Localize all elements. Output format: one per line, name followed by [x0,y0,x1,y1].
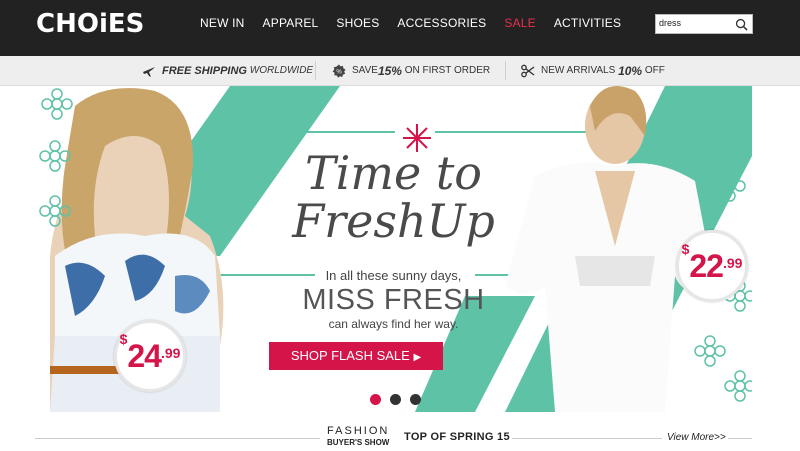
section-divider-left [35,438,320,439]
main-nav: NEW IN APPAREL SHOES ACCESSORIES SALE AC… [200,16,639,30]
banner-miss-fresh: MISS FRESH [302,284,485,316]
price-currency: $ [681,241,690,257]
nav-apparel[interactable]: APPAREL [263,16,319,30]
shop-flash-sale-button[interactable]: SHOP FLASH SALE ▶ [269,342,443,370]
site-logo[interactable]: CHOiES [36,9,144,39]
percent-badge-icon: % [332,64,346,78]
search-icon[interactable] [735,18,748,31]
nav-shoes[interactable]: SHOES [336,16,379,30]
promo-save[interactable]: % SAVE 15% ON FIRST ORDER [332,56,490,85]
banner-subtext-1: In all these sunny days, [325,268,462,283]
promo-new-arrivals[interactable]: NEW ARRIVALS 10% OFF [521,56,665,85]
promo-save-post: ON FIRST ORDER [404,65,491,76]
fashion-label: FASHION [327,425,390,437]
caret-right-icon: ▶ [413,352,422,363]
section-divider-mid [512,438,662,439]
buyers-show-label: BUYER'S SHOW [327,438,390,447]
price-currency: $ [119,331,128,347]
top-navigation-bar: CHOiES NEW IN APPAREL SHOES ACCESSORIES … [0,0,800,56]
svg-text:%: % [336,69,342,75]
promo-arrivals-pct: 10% [618,63,643,78]
section-divider-right [728,438,752,439]
promo-shipping-rest: WORLDWIDE [249,65,314,76]
flower-pattern-left [39,88,73,227]
promo-arrivals-post: OFF [644,65,665,76]
carousel-dots [370,394,421,405]
scissors-icon [521,64,535,77]
view-more-link[interactable]: View More>> [667,432,726,443]
nav-sale[interactable]: SALE [504,16,536,30]
fashion-buyers-show-label: FASHION BUYER'S SHOW [327,426,389,448]
section-title: TOP OF SPRING 15 [404,431,510,443]
nav-activities[interactable]: ACTIVITIES [554,16,621,30]
promo-shipping-bold: FREE SHIPPING [162,64,247,77]
promo-divider [315,61,316,80]
price-decimal: .99 [160,345,181,361]
hero-banner[interactable]: Time to FreshUp In all these sunny days,… [35,86,752,412]
nav-new-in[interactable]: NEW IN [200,16,245,30]
promo-divider [505,61,506,80]
price-integer: 24 [127,338,162,374]
carousel-dot-3[interactable] [410,394,421,405]
price-decimal: .99 [722,255,743,271]
price-badge-right: $22.99 [676,230,748,302]
promo-save-pct: 15% [377,63,402,78]
search-input[interactable] [659,16,731,30]
carousel-dot-1[interactable] [370,394,381,405]
promo-free-shipping[interactable]: FREE SHIPPING WORLDWIDE [142,56,313,85]
search-box [655,14,753,34]
price-badge-left: $24.99 [114,320,186,392]
cta-label: SHOP FLASH SALE [290,348,410,363]
promo-arrivals-pre: NEW ARRIVALS [541,65,616,76]
banner-headline-line2: FreshUp [292,194,495,248]
nav-accessories[interactable]: ACCESSORIES [397,16,486,30]
promo-save-pre: SAVE [352,65,378,76]
plane-icon [143,66,155,77]
price-integer: 22 [689,248,724,284]
promo-bar: FREE SHIPPING WORLDWIDE % SAVE 15% ON FI… [0,56,800,86]
banner-headline-line1: Time to [304,146,483,200]
carousel-dot-2[interactable] [390,394,401,405]
